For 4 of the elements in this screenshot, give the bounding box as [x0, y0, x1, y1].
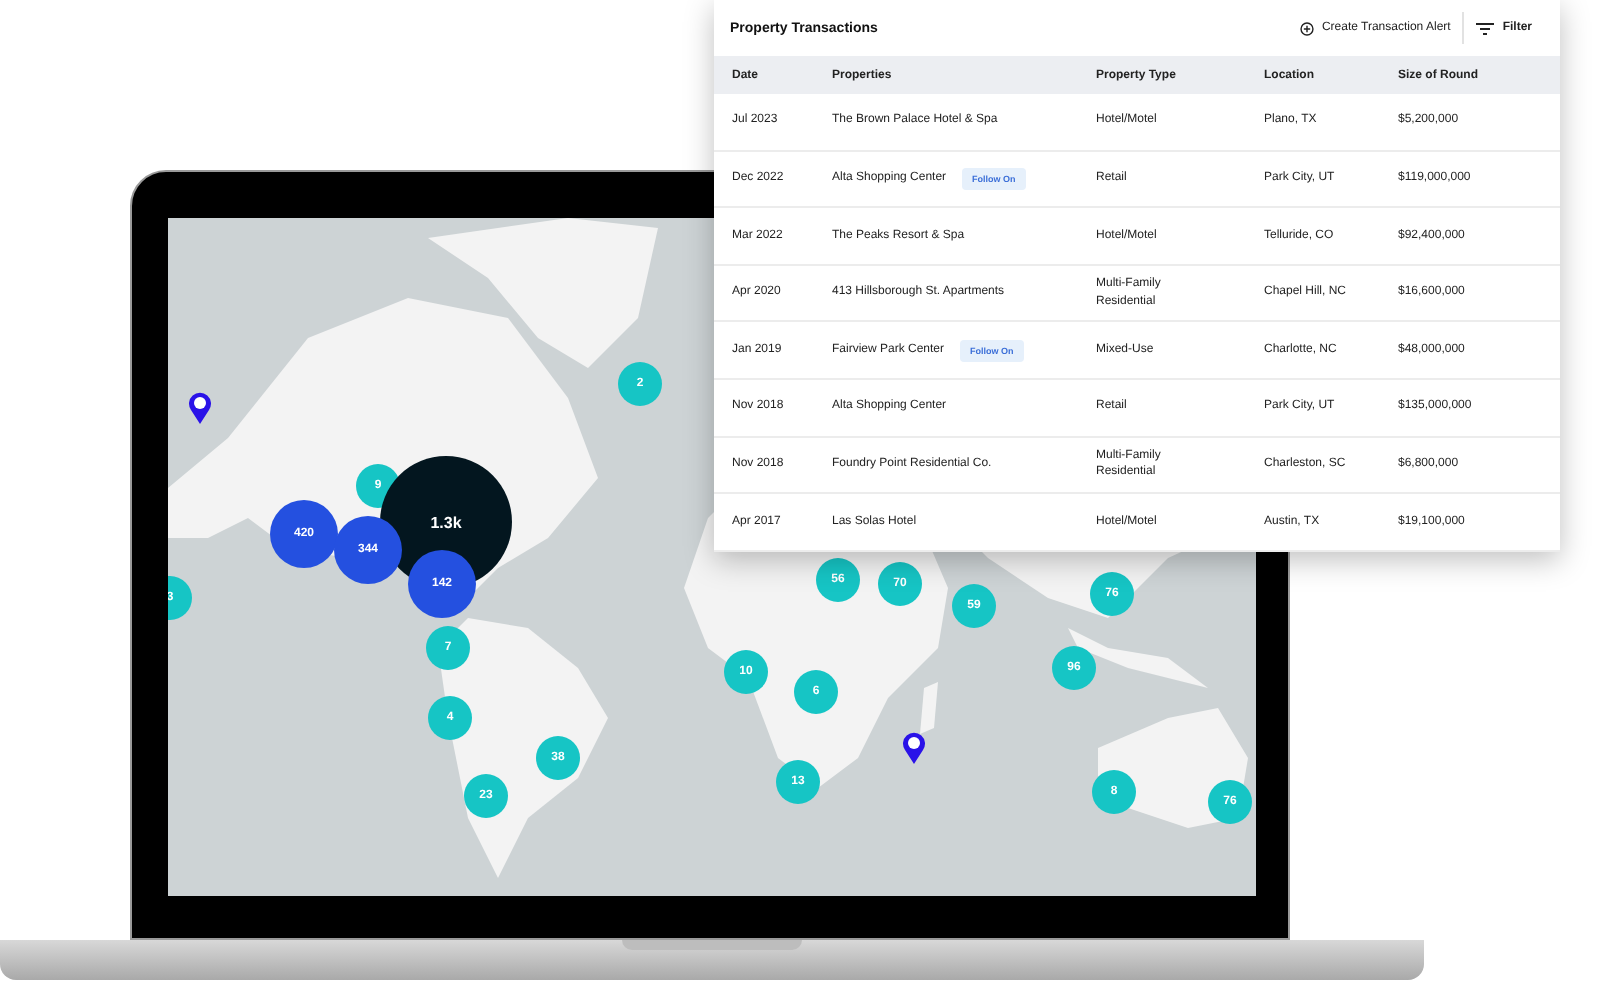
plus-circle-icon	[1299, 21, 1314, 35]
filter-icon	[1476, 21, 1495, 35]
location-pin-icon[interactable]	[188, 392, 212, 424]
location-pin-icon[interactable]	[902, 732, 926, 764]
